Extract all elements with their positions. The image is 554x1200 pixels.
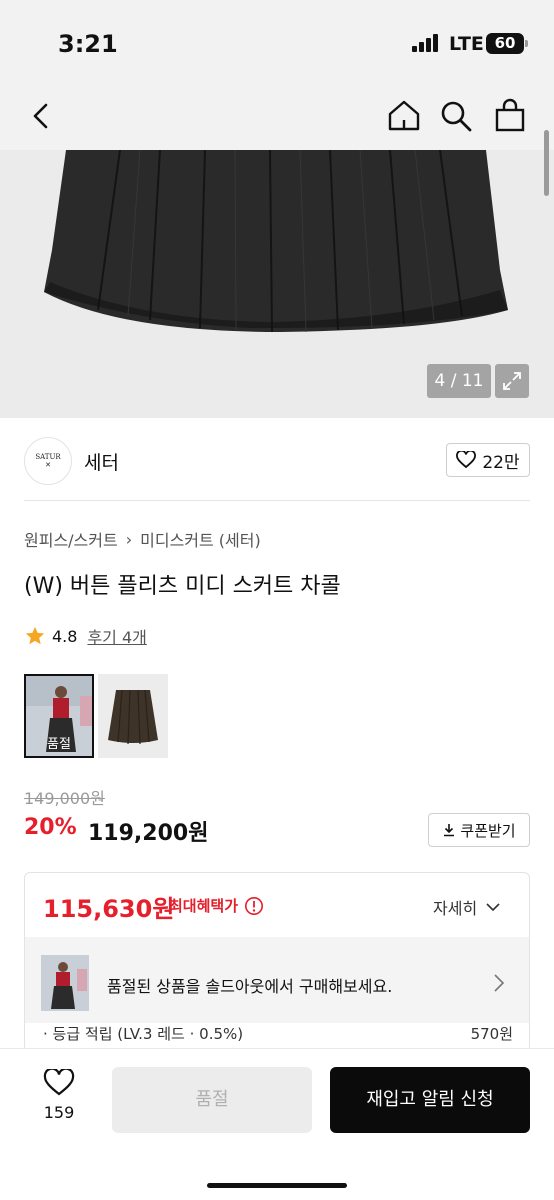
expand-icon[interactable] [495, 364, 529, 398]
original-price: 149,000원 [24, 789, 105, 808]
restock-alert-button[interactable]: 재입고 알림 신청 [330, 1067, 530, 1133]
rating-row: 4.8 후기 4개 [24, 624, 147, 648]
star-icon [25, 626, 45, 645]
skirt-photo [98, 674, 168, 758]
chevron-right-icon [494, 974, 505, 992]
product-title: (W) 버튼 플리츠 미디 스커트 차콜 [24, 574, 341, 599]
breadcrumb: 원피스/스커트 › 미디스커트 (세터) [24, 527, 261, 551]
brand-logo[interactable]: SATUR ✕ [24, 437, 72, 485]
battery-icon: 60 [486, 33, 528, 54]
heart-icon [456, 451, 477, 469]
divider [24, 500, 530, 501]
rating-value: 4.8 [52, 626, 78, 646]
coupon-button[interactable]: 쿠폰받기 [428, 813, 530, 847]
max-benefit-label: 최대혜택가 [169, 895, 264, 916]
banner-text: 품절된 상품을 솔드아웃에서 구매해보세요. [107, 977, 393, 996]
wish-count: 159 [43, 1103, 75, 1122]
heart-icon [43, 1067, 75, 1096]
benefit-box: 115,630원 최대혜택가 자세히 품절된 상품을 솔드아웃에서 구매해보세요… [24, 872, 530, 1052]
discount-rate: 20% [24, 815, 77, 840]
breadcrumb-item[interactable]: 원피스/스커트 [24, 527, 118, 551]
wish-button[interactable]: 159 [30, 1067, 88, 1122]
shopping-bag-icon[interactable] [490, 96, 530, 136]
scrollbar[interactable] [544, 130, 549, 196]
review-link[interactable]: 후기 4개 [87, 624, 146, 648]
detail-toggle[interactable]: 자세히 [433, 895, 501, 919]
gallery-counter: 4 / 11 [427, 364, 491, 398]
search-icon[interactable] [436, 96, 476, 136]
point-row: · 등급 적립 (LV.3 레드 · 0.5%) 570원 [43, 1025, 513, 1043]
top-navigation [0, 86, 554, 150]
soldout-banner[interactable]: 품절된 상품을 솔드아웃에서 구매해보세요. [25, 937, 529, 1023]
status-bar: 3:21 LTE 60 [0, 0, 554, 86]
sale-price: 119,200원 [88, 821, 209, 846]
brand-like-count: 22만 [482, 452, 520, 473]
signal-icon [412, 34, 442, 52]
variant-thumbnail-selected[interactable]: 품절 [24, 674, 94, 758]
brand-name[interactable]: 세터 [84, 448, 119, 475]
brand-like-button[interactable]: 22만 [446, 443, 530, 477]
soldout-label: 품절 [47, 737, 71, 752]
home-indicator [207, 1183, 347, 1188]
home-icon[interactable] [384, 96, 424, 136]
breadcrumb-item[interactable]: 미디스커트 (세터) [140, 527, 261, 551]
banner-thumbnail [41, 955, 89, 1011]
soldout-button: 품절 [112, 1067, 312, 1133]
chevron-down-icon [486, 903, 500, 912]
info-icon[interactable] [244, 896, 264, 916]
network-label: LTE [449, 33, 484, 55]
variant-thumbnail[interactable] [98, 674, 168, 758]
download-icon [444, 824, 455, 837]
chevron-right-icon: › [125, 529, 133, 549]
back-icon[interactable] [22, 96, 62, 136]
max-benefit-price: 115,630원 [43, 895, 175, 923]
bottom-action-bar: 159 품절 재입고 알림 신청 [0, 1048, 554, 1200]
status-time: 3:21 [58, 30, 118, 58]
